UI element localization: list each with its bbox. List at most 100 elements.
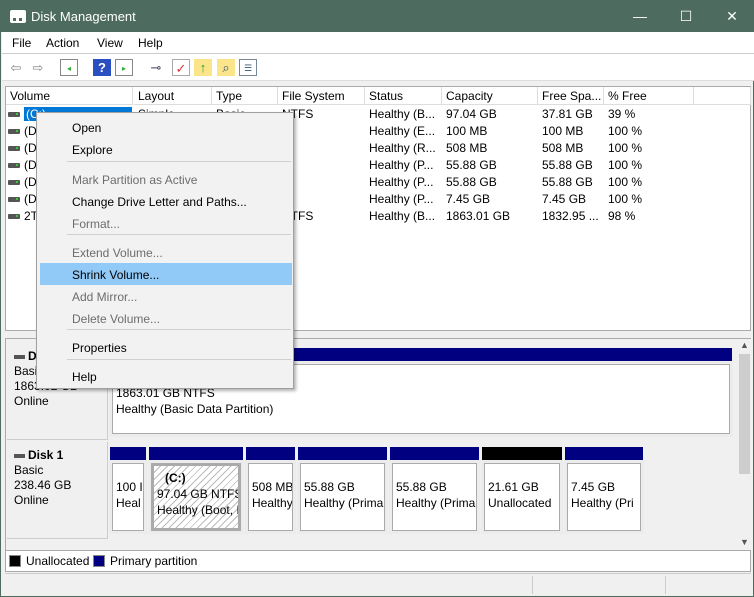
cell-free: 1832.95 ... <box>542 209 599 223</box>
cell-pct: 100 % <box>608 141 643 155</box>
folder-up-icon[interactable]: ↑ <box>194 59 212 76</box>
vertical-scrollbar[interactable]: ▲ ▼ <box>738 339 751 550</box>
context-menu-change-drive-letter-and-paths[interactable]: Change Drive Letter and Paths... <box>40 190 292 212</box>
menu-help[interactable]: Help <box>138 36 163 50</box>
volume-icon <box>8 180 20 185</box>
partition-status: Heal <box>116 496 141 510</box>
disk-1-partition[interactable]: (C:) 97.04 GB NTFS Healthy (Boot, I <box>148 460 244 534</box>
cell-capacity: 7.45 GB <box>446 192 491 206</box>
column-header-percent-free[interactable]: % Free <box>604 87 694 105</box>
partition-size: 508 MB <box>252 480 293 494</box>
minimize-button[interactable]: — <box>617 1 663 32</box>
column-header-type[interactable]: Type <box>212 87 278 105</box>
volume-icon <box>8 112 20 117</box>
cell-pct: 100 % <box>608 192 643 206</box>
partition-bar-unallocated <box>482 447 562 460</box>
column-header-layout[interactable]: Layout <box>134 87 212 105</box>
context-menu-properties[interactable]: Properties <box>40 336 292 358</box>
column-header-capacity[interactable]: Capacity <box>442 87 538 105</box>
context-menu-explore[interactable]: Explore <box>40 138 292 160</box>
title-bar: Disk Management — ☐ ✕ <box>1 1 754 32</box>
context-menu-extend-volume: Extend Volume... <box>72 246 163 260</box>
help-icon[interactable]: ? <box>93 59 111 76</box>
cell-free: 37.81 GB <box>542 107 593 121</box>
partition-status: Healthy <box>252 496 293 510</box>
column-header-free-space[interactable]: Free Spa... <box>538 87 604 105</box>
cell-pct: 100 % <box>608 175 643 189</box>
partition-size: 100 I <box>116 480 143 494</box>
menu-file[interactable]: File <box>12 36 31 50</box>
partition-bar-primary <box>246 447 295 460</box>
scroll-down-icon[interactable]: ▼ <box>740 537 749 547</box>
partition-bar-primary <box>565 447 643 460</box>
partition-size: 21.61 GB <box>488 480 539 494</box>
cell-status: Healthy (B... <box>369 209 436 223</box>
disk-management-app-icon <box>10 10 26 23</box>
context-menu: Open Explore Mark Partition as Active Chang… <box>36 112 294 389</box>
menu-bar: File Action View Help <box>2 32 754 54</box>
close-button[interactable]: ✕ <box>709 1 754 32</box>
cell-fs: NTFS <box>282 209 314 223</box>
forward-icon[interactable]: ⇨ <box>29 59 47 76</box>
cell-free: 508 MB <box>542 141 584 155</box>
context-menu-help[interactable]: Help <box>40 365 292 387</box>
menu-action[interactable]: Action <box>46 36 79 50</box>
cell-pct: 100 % <box>608 124 643 138</box>
disk-1-partition[interactable]: 7.45 GB Healthy (Pri <box>564 460 644 534</box>
disk-1-name: Disk 1 <box>14 448 100 463</box>
cell-free: 55.88 GB <box>542 158 593 172</box>
disk-1-size: 238.46 GB <box>14 478 72 492</box>
properties-list-icon[interactable]: ☰ <box>239 59 257 76</box>
check-icon[interactable]: ✓ <box>172 59 190 76</box>
scrollbar-thumb[interactable] <box>739 354 750 474</box>
disk-1-partition[interactable]: 508 MB Healthy <box>245 460 296 534</box>
context-menu-shrink-volume[interactable]: Shrink Volume... <box>40 263 292 285</box>
context-menu-open[interactable]: Open <box>40 116 292 138</box>
column-header-status[interactable]: Status <box>365 87 442 105</box>
disk-1-partition[interactable]: 100 I Heal <box>109 460 147 534</box>
volume-icon <box>8 129 20 134</box>
partition-bar-primary <box>110 447 146 460</box>
context-menu-delete-volume: Delete Volume... <box>72 312 161 326</box>
partition-size: 55.88 GB <box>396 480 447 494</box>
cell-free: 55.88 GB <box>542 175 593 189</box>
context-menu-add-mirror: Add Mirror... <box>72 290 138 304</box>
legend-swatch-unallocated <box>9 555 21 567</box>
show-hide-console-tree-icon[interactable]: ◂ <box>60 59 78 76</box>
menu-view[interactable]: View <box>97 36 123 50</box>
connect-disk-icon[interactable]: ⊸ <box>147 59 165 76</box>
disk-management-window: Disk Management — ☐ ✕ File Action View H… <box>0 0 754 597</box>
search-folder-icon[interactable]: ⌕ <box>217 59 235 76</box>
partition-bar-primary <box>390 447 479 460</box>
partition-status: Healthy (Prima <box>304 496 384 510</box>
show-hide-action-pane-icon[interactable]: ▸ <box>115 59 133 76</box>
cell-free: 7.45 GB <box>542 192 587 206</box>
maximize-button[interactable]: ☐ <box>663 1 709 32</box>
cell-status: Healthy (P... <box>369 192 434 206</box>
menu-separator <box>67 161 291 162</box>
cell-status: Healthy (R... <box>369 141 436 155</box>
partition-status: Healthy (Boot, I <box>157 503 240 517</box>
menu-separator <box>67 329 291 330</box>
cell-status: Healthy (B... <box>369 107 436 121</box>
disk-1-type: Basic <box>14 463 44 477</box>
context-menu-format: Format... <box>72 217 121 231</box>
disk-1-partition[interactable]: 55.88 GB Healthy (Prima <box>389 460 480 534</box>
partition-size: 97.04 GB NTFS <box>157 487 241 501</box>
disk-icon <box>14 453 25 458</box>
partition-bar-primary <box>298 447 387 460</box>
legend-primary-partition: Primary partition <box>110 554 198 568</box>
column-header-volume[interactable]: Volume <box>6 87 133 105</box>
partition-status: Healthy (Basic Data Partition) <box>116 402 274 416</box>
scroll-up-icon[interactable]: ▲ <box>740 340 749 350</box>
disk-1-state: Online <box>14 493 49 507</box>
disk-1-label[interactable]: Disk 1 Basic 238.46 GB Online <box>7 442 108 539</box>
back-icon[interactable]: ⇦ <box>7 59 25 76</box>
disk-1-partition[interactable]: 55.88 GB Healthy (Prima <box>297 460 388 534</box>
legend: Unallocated Primary partition <box>5 551 751 572</box>
toolbar: ⇦ ⇨ ◂ ? ▸ ⊸ ✓ ↑ ⌕ ☰ <box>2 54 754 81</box>
disk-1-partition[interactable]: 21.61 GB Unallocated <box>481 460 563 534</box>
cell-status: Healthy (P... <box>369 158 434 172</box>
column-header-file-system[interactable]: File System <box>278 87 365 105</box>
volume-icon <box>8 146 20 151</box>
